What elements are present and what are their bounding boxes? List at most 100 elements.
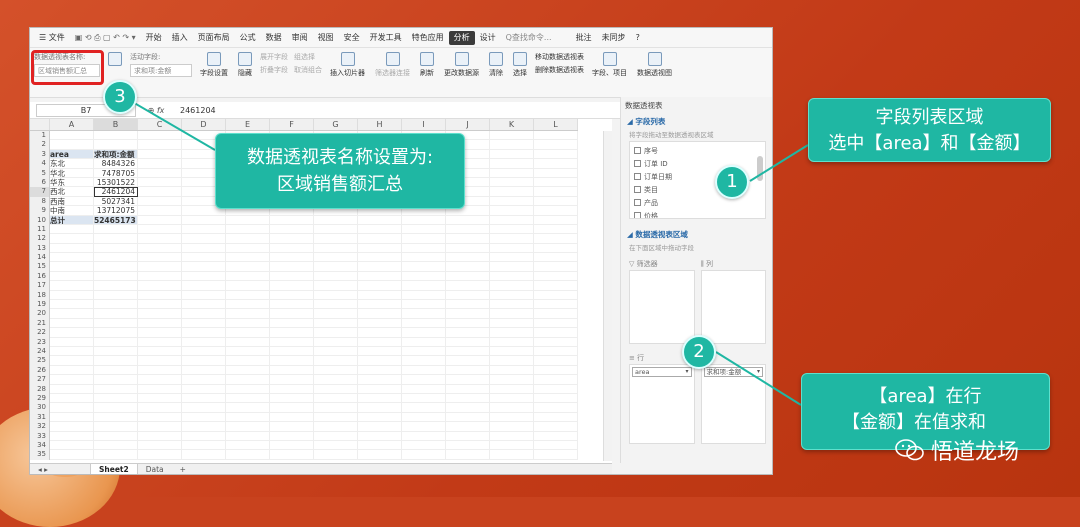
grid-cell[interactable] [94,253,138,263]
grid-cell[interactable] [490,224,534,235]
grid-cell[interactable] [270,346,314,357]
row-number[interactable]: 12 [30,234,50,244]
grid-cell[interactable] [138,318,182,329]
grid-cell[interactable]: 7478705 [94,168,138,178]
row-number[interactable]: 16 [30,271,50,282]
grid-cell[interactable] [138,440,182,451]
grid-cell[interactable] [138,346,182,357]
refresh-button[interactable]: 刷新 [418,52,436,78]
grid-cell[interactable] [138,365,182,376]
help-button[interactable]: ? [631,28,645,48]
grid-cell[interactable] [314,262,358,272]
grid-cell[interactable] [534,281,578,291]
grid-cell[interactable] [358,215,402,225]
grid-cell[interactable] [270,412,314,423]
checkbox[interactable] [634,147,641,154]
grid-cell[interactable] [182,234,226,244]
grid-cell[interactable] [490,356,534,366]
grid-cell[interactable] [50,300,94,310]
expand-field-button[interactable]: 展开字段 [260,52,288,62]
grid-cell[interactable] [358,271,402,282]
grid-cell[interactable] [534,440,578,451]
grid-cell[interactable] [50,393,94,404]
tab-home[interactable]: 开始 [141,28,167,48]
grid-cell[interactable] [182,384,226,394]
grid-cell[interactable] [402,262,446,272]
grid-cell[interactable] [270,440,314,451]
grid-cell[interactable] [490,187,534,197]
grid-cell[interactable] [182,328,226,338]
grid-cell[interactable] [490,337,534,347]
grid-cell[interactable] [94,422,138,432]
change-source-button[interactable]: 更改数据源 [442,52,481,78]
grid-cell[interactable] [358,403,402,413]
grid-cell[interactable] [226,346,270,357]
column-header[interactable]: B [94,119,138,130]
grid-cell[interactable] [358,328,402,338]
group-selection-button[interactable]: 组选择 [294,52,322,62]
grid-cell[interactable] [534,450,578,460]
grid-cell[interactable] [402,431,446,441]
grid-cell[interactable] [314,393,358,404]
grid-cell[interactable] [270,253,314,263]
grid-cell[interactable] [490,206,534,216]
select-button[interactable]: 选择 [511,52,529,78]
grid-cell[interactable] [490,346,534,357]
grid-cell[interactable] [50,346,94,357]
grid-cell[interactable] [490,318,534,329]
column-header[interactable]: H [358,119,402,130]
grid-cell[interactable] [94,318,138,329]
value-dropzone[interactable]: 求和项:金额 [700,364,766,444]
row-number[interactable]: 14 [30,253,50,263]
grid-cell[interactable] [490,440,534,451]
grid-cell[interactable] [138,328,182,338]
grid-cell[interactable] [358,290,402,301]
tab-insert[interactable]: 插入 [167,28,193,48]
grid-cell[interactable] [138,337,182,347]
grid-cell[interactable] [402,356,446,366]
row-number[interactable]: 18 [30,290,50,301]
grid-cell[interactable] [402,440,446,451]
grid-cell[interactable] [94,309,138,319]
grid-cell[interactable] [358,365,402,376]
grid-cell[interactable]: 华北 [50,168,94,178]
row-number[interactable]: 17 [30,281,50,291]
grid-cell[interactable] [138,234,182,244]
grid-cell[interactable] [314,384,358,394]
grid-cell[interactable] [94,290,138,301]
field-item[interactable]: 序号 [634,144,761,157]
grid-cell[interactable] [314,328,358,338]
row-number[interactable]: 27 [30,375,50,385]
grid-cell[interactable] [182,375,226,385]
grid-cell[interactable] [50,224,94,235]
column-header[interactable]: D [182,119,226,130]
grid-cell[interactable] [50,431,94,441]
grid-cell[interactable] [138,450,182,460]
grid-cell[interactable] [226,412,270,423]
grid-cell[interactable] [490,393,534,404]
grid-cell[interactable] [270,224,314,235]
grid-cell[interactable] [182,224,226,235]
grid-cell[interactable] [270,234,314,244]
checkbox[interactable] [634,173,641,180]
grid-cell[interactable] [490,281,534,291]
grid-cell[interactable] [490,168,534,178]
grid-cell[interactable] [270,356,314,366]
row-number[interactable]: 30 [30,403,50,413]
grid-cell[interactable] [402,403,446,413]
tab-features[interactable]: 特色应用 [407,28,449,48]
grid-cell[interactable] [314,337,358,347]
grid-cell[interactable] [138,375,182,385]
tab-security[interactable]: 安全 [339,28,365,48]
filter-dropzone[interactable] [629,270,695,344]
grid-cell[interactable] [270,262,314,272]
grid-cell[interactable] [94,271,138,282]
grid-cell[interactable] [182,262,226,272]
grid-cell[interactable] [50,328,94,338]
row-number[interactable]: 25 [30,356,50,366]
field-item[interactable]: 产品 [634,196,761,209]
grid-cell[interactable] [402,328,446,338]
grid-cell[interactable] [138,300,182,310]
row-number[interactable]: 26 [30,365,50,376]
column-header[interactable]: I [402,119,446,130]
